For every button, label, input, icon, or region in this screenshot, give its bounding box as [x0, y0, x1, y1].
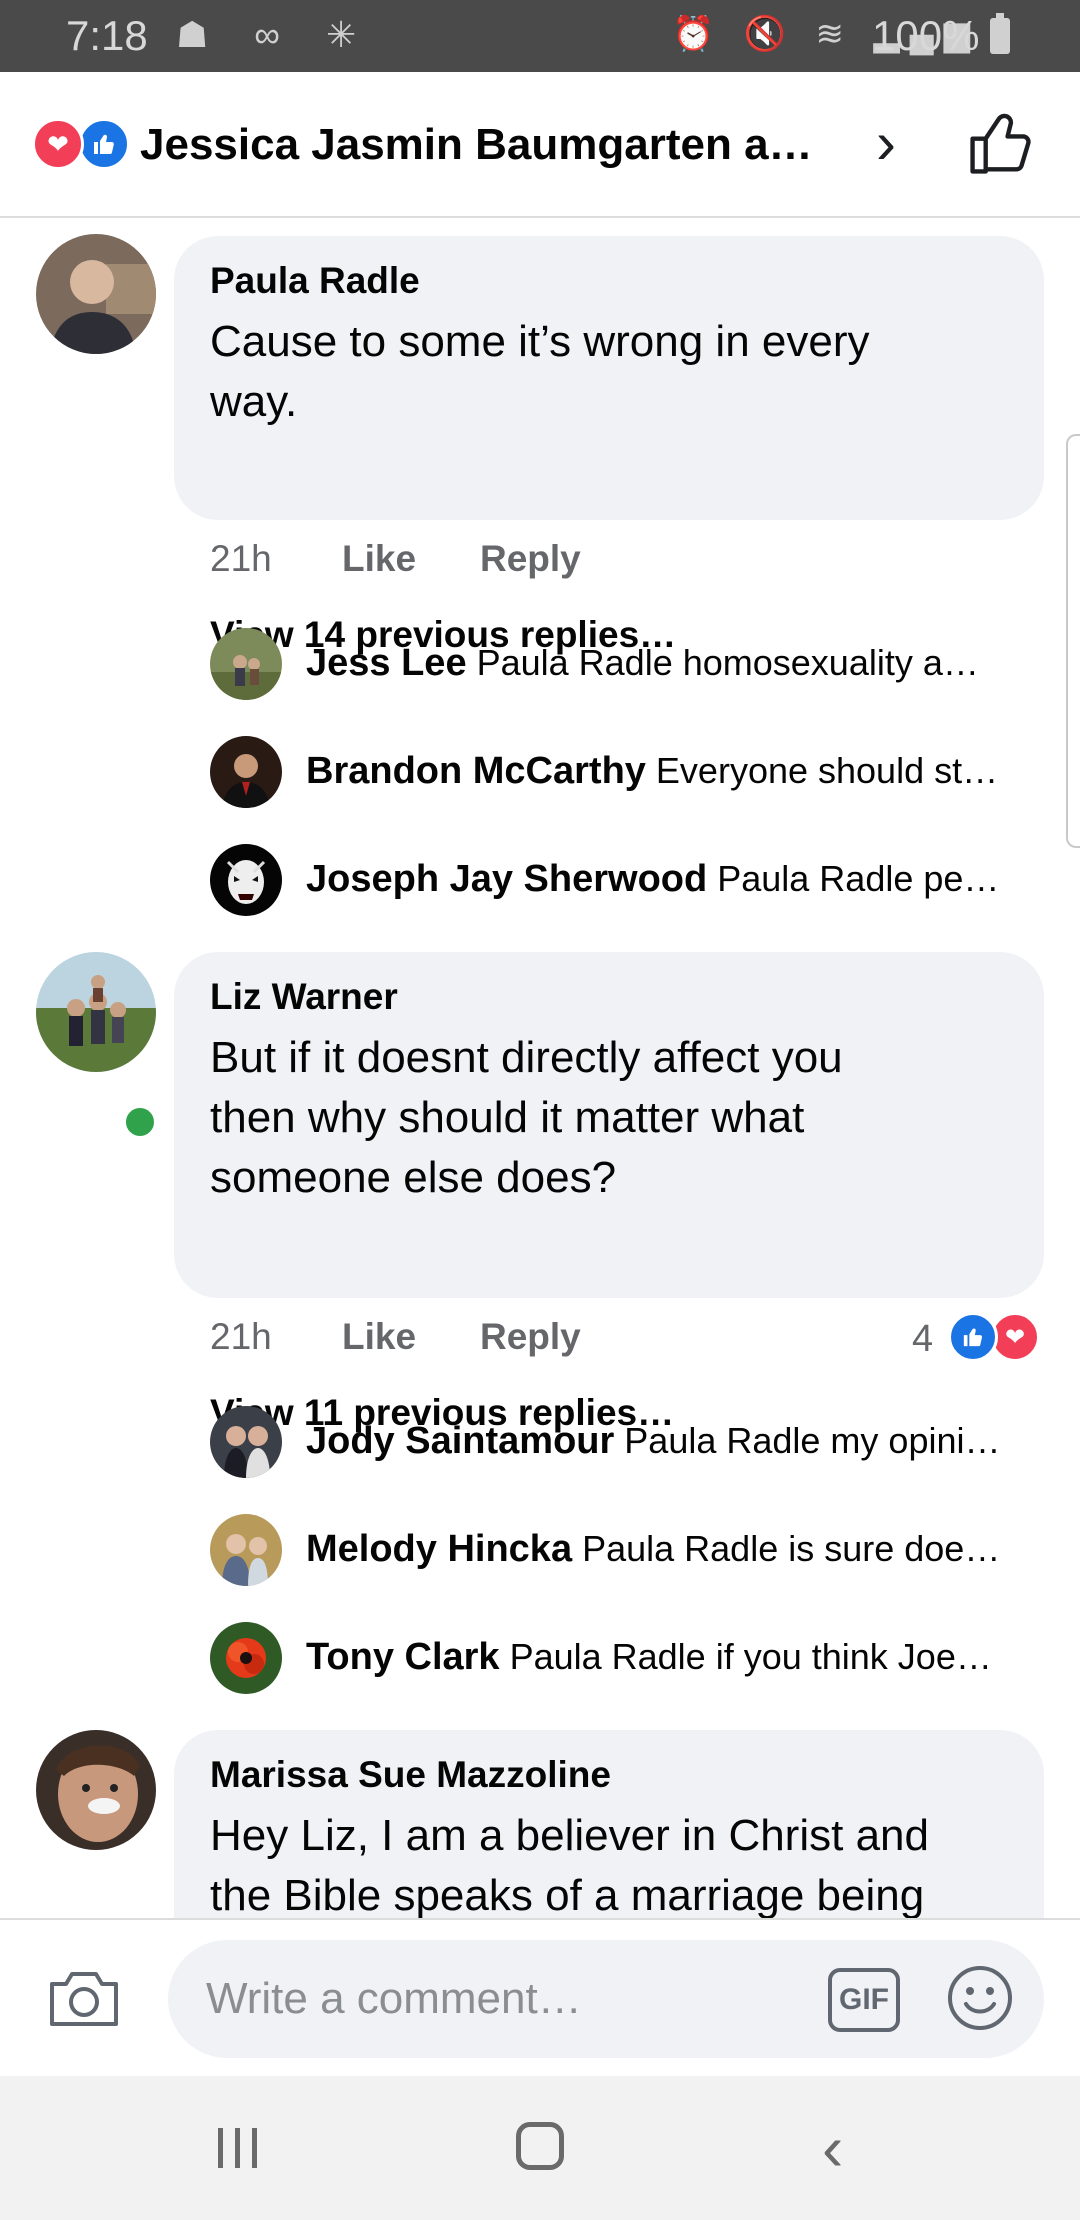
- reply-item[interactable]: Tony Clark Paula Radle if you think Joe…: [210, 1622, 1040, 1694]
- avatar: [210, 628, 282, 700]
- battery-icon: [990, 13, 1010, 54]
- comment-text: Hey Liz, I am a believer in Christ and t…: [210, 1811, 929, 1920]
- comment-bubble[interactable]: Liz Warner But if it doesnt directly aff…: [174, 952, 1044, 1298]
- comment-author[interactable]: Paula Radle: [210, 260, 420, 302]
- reply-comment-button[interactable]: Reply: [480, 1316, 581, 1358]
- avatar: [210, 1514, 282, 1586]
- avatar: [210, 1622, 282, 1694]
- comment-text: Cause to some it’s wrong in every way.: [210, 317, 870, 426]
- like-reaction-icon: [78, 118, 130, 170]
- comment-text: But if it doesnt directly affect you the…: [210, 1033, 843, 1202]
- reply-preview: Paula Radle pe…: [717, 858, 1000, 899]
- status-time: 7:18: [66, 12, 148, 59]
- reply-author: Tony Clark Paula Radle if you think Joe…: [306, 1636, 992, 1678]
- comment-composer: Write a comment… GIF: [0, 1918, 1080, 2078]
- reactions-header[interactable]: ❤ Jessica Jasmin Baumgarten a… ›: [0, 72, 1080, 218]
- gif-button[interactable]: GIF: [828, 1968, 900, 2032]
- avatar: [210, 844, 282, 916]
- avatar: [210, 736, 282, 808]
- reply-preview: Paula Radle is sure doe…: [582, 1528, 1001, 1569]
- reply-author: Jess Lee Paula Radle homosexuality a…: [306, 642, 979, 684]
- like-comment-button[interactable]: Like: [342, 1316, 416, 1358]
- camera-icon[interactable]: [46, 1966, 122, 2030]
- reply-item[interactable]: Jody Saintamour Paula Radle my opini…: [210, 1406, 1040, 1478]
- avatar-paula-radle[interactable]: [36, 234, 156, 354]
- android-navigation-bar: ‹: [0, 2076, 1080, 2220]
- scrollbar[interactable]: [1066, 434, 1080, 848]
- reply-author: Melody Hincka Paula Radle is sure doe…: [306, 1528, 1001, 1570]
- reaction-count: 4: [912, 1318, 934, 1360]
- comment-author[interactable]: Liz Warner: [210, 976, 398, 1018]
- comments-sheet: ❤ Jessica Jasmin Baumgarten a… › Paula R…: [0, 72, 1080, 2076]
- emoji-icon[interactable]: [946, 1964, 1014, 2032]
- reply-preview: Paula Radle if you think Joe…: [509, 1636, 992, 1677]
- reply-preview: Paula Radle homosexuality a…: [476, 642, 979, 683]
- status-bar: 7:18 ☗ ∞ ✳ ⏰ 🔇 ≋ ▂▄▆ 100%: [0, 0, 1080, 72]
- recent-apps-icon[interactable]: [214, 2126, 262, 2170]
- comment-placeholder: Write a comment…: [206, 1974, 582, 2023]
- reply-author: Jody Saintamour Paula Radle my opini…: [306, 1420, 1001, 1462]
- reply-item[interactable]: Joseph Jay Sherwood Paula Radle pe…: [210, 844, 1040, 916]
- avatar: [210, 1406, 282, 1478]
- comment-reactions[interactable]: 4 ❤: [912, 1312, 1042, 1364]
- reply-comment-button[interactable]: Reply: [480, 538, 581, 580]
- reply-preview: Everyone should st…: [655, 750, 999, 791]
- reply-preview: Paula Radle my opini…: [624, 1420, 1001, 1461]
- chevron-right-icon[interactable]: ›: [876, 108, 896, 177]
- reply-item[interactable]: Melody Hincka Paula Radle is sure doe…: [210, 1514, 1040, 1586]
- back-button-icon[interactable]: ‹: [822, 2116, 843, 2180]
- reply-item[interactable]: Jess Lee Paula Radle homosexuality a…: [210, 628, 1040, 700]
- comment-time: 21h: [210, 1316, 272, 1357]
- avatar-marissa-sue-mazzoline[interactable]: [36, 1730, 156, 1850]
- comment-bubble[interactable]: Paula Radle Cause to some it’s wrong in …: [174, 236, 1044, 520]
- like-reaction-icon: [948, 1312, 998, 1362]
- reactors-title[interactable]: Jessica Jasmin Baumgarten a…: [140, 120, 840, 170]
- battery-percentage: 100%: [872, 12, 980, 59]
- love-reaction-icon: ❤: [32, 118, 84, 170]
- comment-input[interactable]: Write a comment… GIF: [168, 1940, 1044, 2058]
- notification-icons: ☗ ∞ ✳: [176, 14, 375, 55]
- reply-author: Brandon McCarthy Everyone should st…: [306, 750, 999, 792]
- reply-author: Joseph Jay Sherwood Paula Radle pe…: [306, 858, 1000, 900]
- like-post-button[interactable]: [966, 108, 1036, 178]
- comment-time: 21h: [210, 538, 272, 579]
- online-status-indicator: [122, 1104, 158, 1140]
- like-comment-button[interactable]: Like: [342, 538, 416, 580]
- home-button-icon[interactable]: [516, 2122, 564, 2170]
- avatar-liz-warner[interactable]: [36, 952, 156, 1072]
- reply-item[interactable]: Brandon McCarthy Everyone should st…: [210, 736, 1040, 808]
- comment-author[interactable]: Marissa Sue Mazzoline: [210, 1754, 611, 1796]
